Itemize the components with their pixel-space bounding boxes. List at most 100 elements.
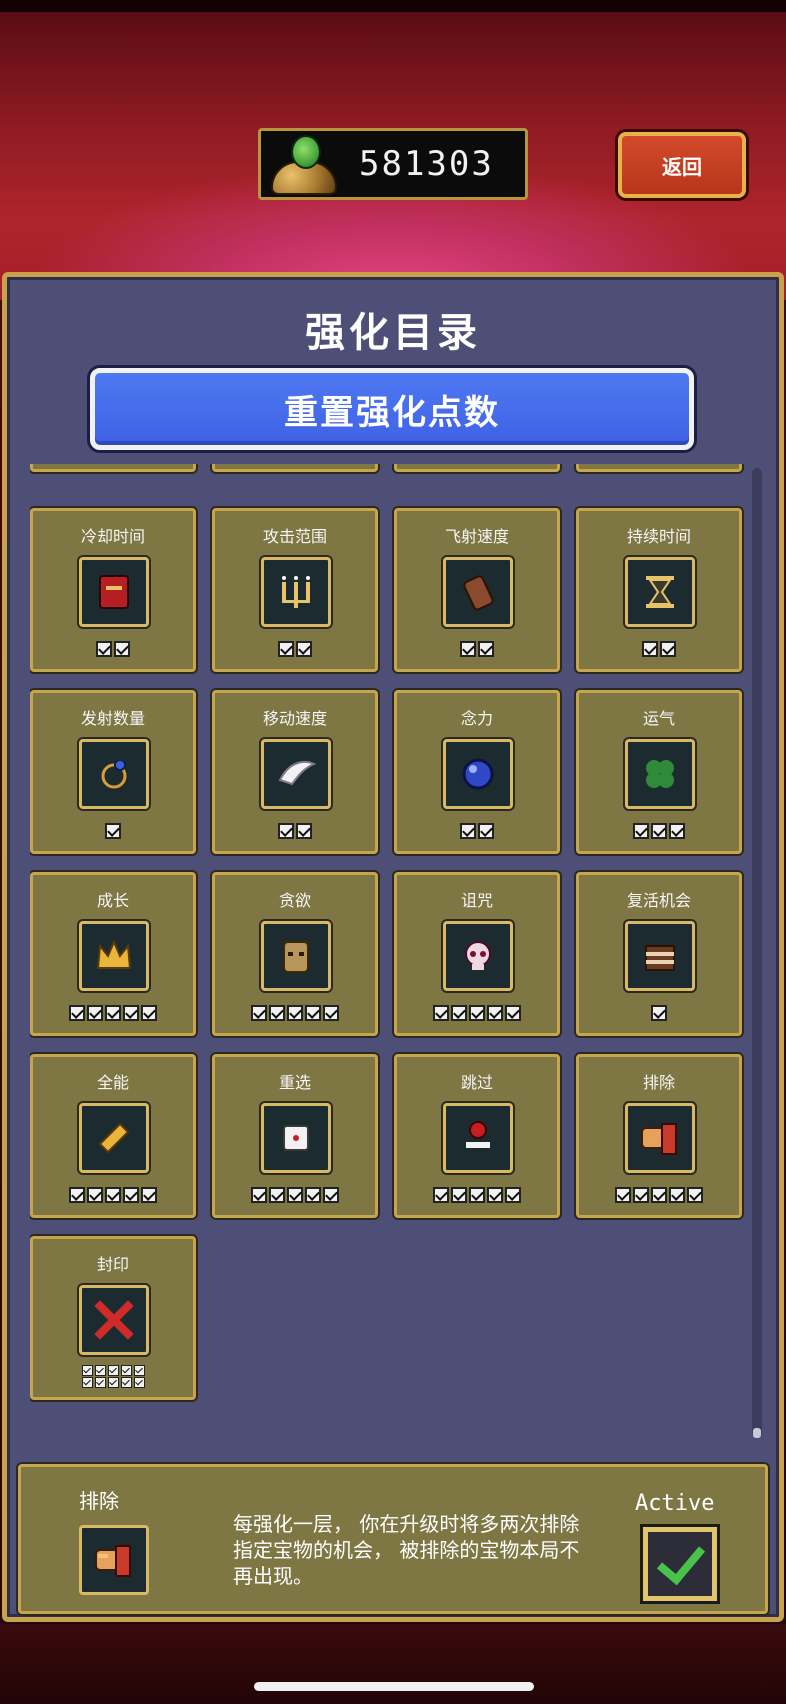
level-checkbox [478, 823, 494, 839]
level-checkbox [269, 1187, 285, 1203]
powerup-card[interactable]: 冷却时间 [30, 508, 196, 672]
level-checkbox [669, 1187, 685, 1203]
powerup-card[interactable]: 封印 [30, 1236, 196, 1400]
powerup-card[interactable]: 攻击范围 [212, 508, 378, 672]
level-indicator [215, 823, 375, 839]
hand-icon [625, 1103, 695, 1173]
level-checkbox [433, 1005, 449, 1021]
powerup-card[interactable]: 排除 [576, 1054, 742, 1218]
level-indicator [33, 1365, 193, 1389]
powerup-name: 成长 [96, 891, 129, 910]
scrollbar[interactable] [752, 468, 762, 1438]
powerup-name: 贪欲 [278, 891, 311, 910]
level-checkbox [251, 1005, 267, 1021]
level-checkbox [451, 1005, 467, 1021]
hourglass-icon [625, 557, 695, 627]
level-checkbox [94, 1365, 106, 1376]
level-indicator [579, 641, 739, 657]
level-checkbox [123, 1187, 139, 1203]
red-tome-icon [79, 557, 149, 627]
skip-icon [443, 1103, 513, 1173]
level-indicator [215, 641, 375, 657]
powerup-card[interactable]: 成长 [30, 872, 196, 1036]
powerup-card[interactable]: 跳过 [394, 1054, 560, 1218]
level-checkbox [141, 1187, 157, 1203]
level-checkbox [105, 1187, 121, 1203]
powerup-card[interactable]: 发射数量 [30, 690, 196, 854]
level-checkbox [487, 1187, 503, 1203]
powerup-card[interactable]: 飞射速度 [394, 508, 560, 672]
active-label: Active [635, 1491, 715, 1516]
powerup-grid[interactable]: 冷却时间 攻击范围 飞射速度 持续时间发射数量 移动速度 念力 运气成长 贪欲 诅咒 复活机会全能… [30, 464, 750, 1454]
mask-icon [261, 921, 331, 991]
level-checkbox [651, 1187, 667, 1203]
bottom-strip [0, 1624, 786, 1704]
level-checkbox [305, 1187, 321, 1203]
powerup-name: 念力 [460, 709, 493, 728]
powerup-card[interactable]: 运气 [576, 690, 742, 854]
powerup-card[interactable]: 念力 [394, 690, 560, 854]
detail-description: 每强化一层， 你在升级时将多两次排除指定宝物的机会， 被排除的宝物本局不再出现。 [233, 1512, 580, 1588]
powerup-card[interactable]: 诅咒 [394, 872, 560, 1036]
level-checkbox [460, 823, 476, 839]
active-toggle[interactable] [643, 1527, 717, 1601]
powerup-card[interactable] [394, 464, 560, 472]
level-checkbox [669, 823, 685, 839]
powerup-name: 诅咒 [460, 891, 493, 910]
powerup-name: 发射数量 [80, 709, 145, 728]
powerup-card[interactable]: 移动速度 [212, 690, 378, 854]
powerup-card[interactable]: 贪欲 [212, 872, 378, 1036]
powerup-name: 重选 [278, 1073, 311, 1092]
level-checkbox [87, 1187, 103, 1203]
level-checkbox [105, 1005, 121, 1021]
level-indicator [33, 1005, 193, 1021]
level-indicator [33, 823, 193, 839]
dice-icon [261, 1103, 331, 1173]
level-checkbox [287, 1187, 303, 1203]
level-checkbox [323, 1005, 339, 1021]
bracer-icon [443, 557, 513, 627]
ring-icon [79, 739, 149, 809]
level-checkbox [505, 1187, 521, 1203]
panel-title: 强化目录 [305, 310, 481, 356]
powerup-name: 排除 [642, 1073, 675, 1092]
level-checkbox [615, 1187, 631, 1203]
red-x-icon [79, 1285, 149, 1355]
coin-sprout-icon [265, 131, 341, 197]
level-checkbox [469, 1187, 485, 1203]
level-indicator [215, 1187, 375, 1203]
level-checkbox [114, 641, 130, 657]
level-indicator [33, 641, 193, 657]
level-checkbox [633, 823, 649, 839]
level-checkbox [642, 641, 658, 657]
detail-name: 排除 [79, 1489, 119, 1513]
level-checkbox [633, 1187, 649, 1203]
scrollbar-thumb[interactable] [753, 1428, 761, 1438]
powerup-card[interactable]: 复活机会 [576, 872, 742, 1036]
back-button[interactable]: 返回 [618, 132, 746, 198]
powerup-card[interactable] [30, 464, 196, 472]
powerup-name: 持续时间 [626, 527, 691, 546]
hand-icon-graphic [95, 1545, 131, 1577]
level-indicator [215, 1005, 375, 1021]
level-checkbox [287, 1005, 303, 1021]
level-checkbox [451, 1187, 467, 1203]
level-checkbox [651, 1005, 667, 1021]
level-checkbox [651, 823, 667, 839]
level-checkbox [460, 641, 476, 657]
powerup-card[interactable] [576, 464, 742, 472]
powerup-card[interactable]: 重选 [212, 1054, 378, 1218]
powerup-card[interactable]: 持续时间 [576, 508, 742, 672]
level-checkbox [323, 1187, 339, 1203]
home-indicator[interactable] [254, 1682, 534, 1691]
level-indicator [33, 1187, 193, 1203]
orb-icon [443, 739, 513, 809]
reset-points-button[interactable]: 重置强化点数 [90, 368, 694, 450]
powerup-card[interactable]: 全能 [30, 1054, 196, 1218]
clover-icon [625, 739, 695, 809]
level-checkbox [123, 1005, 139, 1021]
level-checkbox [81, 1365, 93, 1376]
level-checkbox [278, 641, 294, 657]
powerup-name: 复活机会 [626, 891, 691, 910]
powerup-card[interactable] [212, 464, 378, 472]
